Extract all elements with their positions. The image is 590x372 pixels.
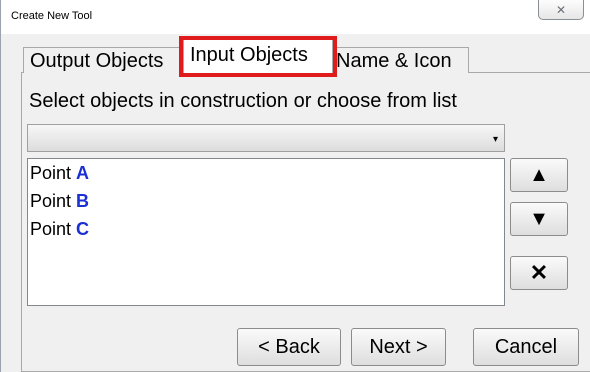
list-item-name: B bbox=[76, 191, 90, 211]
dialog-client: Output Objects Name & Icon Input Objects… bbox=[11, 34, 590, 372]
back-button[interactable]: < Back bbox=[237, 328, 341, 366]
title-bar: Create New Tool ✕ bbox=[1, 0, 590, 34]
tab-input-objects-label: Input Objects bbox=[190, 44, 308, 66]
list-item[interactable]: Point C bbox=[28, 215, 504, 243]
list-item-name: C bbox=[76, 219, 90, 239]
input-objects-list[interactable]: Point A Point B Point C bbox=[27, 158, 505, 306]
remove-button[interactable]: ✕ bbox=[510, 256, 568, 290]
arrow-up-icon: ▲ bbox=[529, 163, 549, 186]
list-item[interactable]: Point B bbox=[28, 187, 504, 215]
cancel-button[interactable]: Cancel bbox=[473, 328, 579, 366]
tab-input-objects[interactable]: Input Objects bbox=[183, 39, 333, 73]
instruction-text: Select objects in construction or choose… bbox=[29, 90, 457, 112]
close-icon: ✕ bbox=[555, 2, 567, 17]
create-new-tool-dialog: Create New Tool ✕ Output Objects Name & … bbox=[0, 0, 590, 372]
list-item-name: A bbox=[76, 163, 90, 183]
move-down-button[interactable]: ▼ bbox=[510, 202, 568, 236]
list-item[interactable]: Point A bbox=[28, 159, 504, 187]
object-select-dropdown[interactable]: ▾ bbox=[27, 124, 505, 152]
list-item-type: Point bbox=[30, 163, 72, 183]
list-item-type: Point bbox=[30, 191, 72, 211]
next-button[interactable]: Next > bbox=[351, 328, 446, 366]
tab-name-and-icon-label: Name & Icon bbox=[336, 50, 452, 72]
chevron-down-icon: ▾ bbox=[492, 134, 498, 145]
list-item-type: Point bbox=[30, 219, 72, 239]
close-button[interactable]: ✕ bbox=[538, 0, 584, 20]
tab-name-and-icon[interactable]: Name & Icon bbox=[329, 47, 469, 73]
arrow-down-icon: ▼ bbox=[529, 207, 549, 230]
tab-output-objects-label: Output Objects bbox=[30, 50, 164, 72]
window-title: Create New Tool bbox=[11, 10, 93, 22]
move-up-button[interactable]: ▲ bbox=[510, 158, 568, 192]
remove-icon: ✕ bbox=[529, 260, 549, 285]
tab-output-objects[interactable]: Output Objects bbox=[23, 47, 183, 73]
